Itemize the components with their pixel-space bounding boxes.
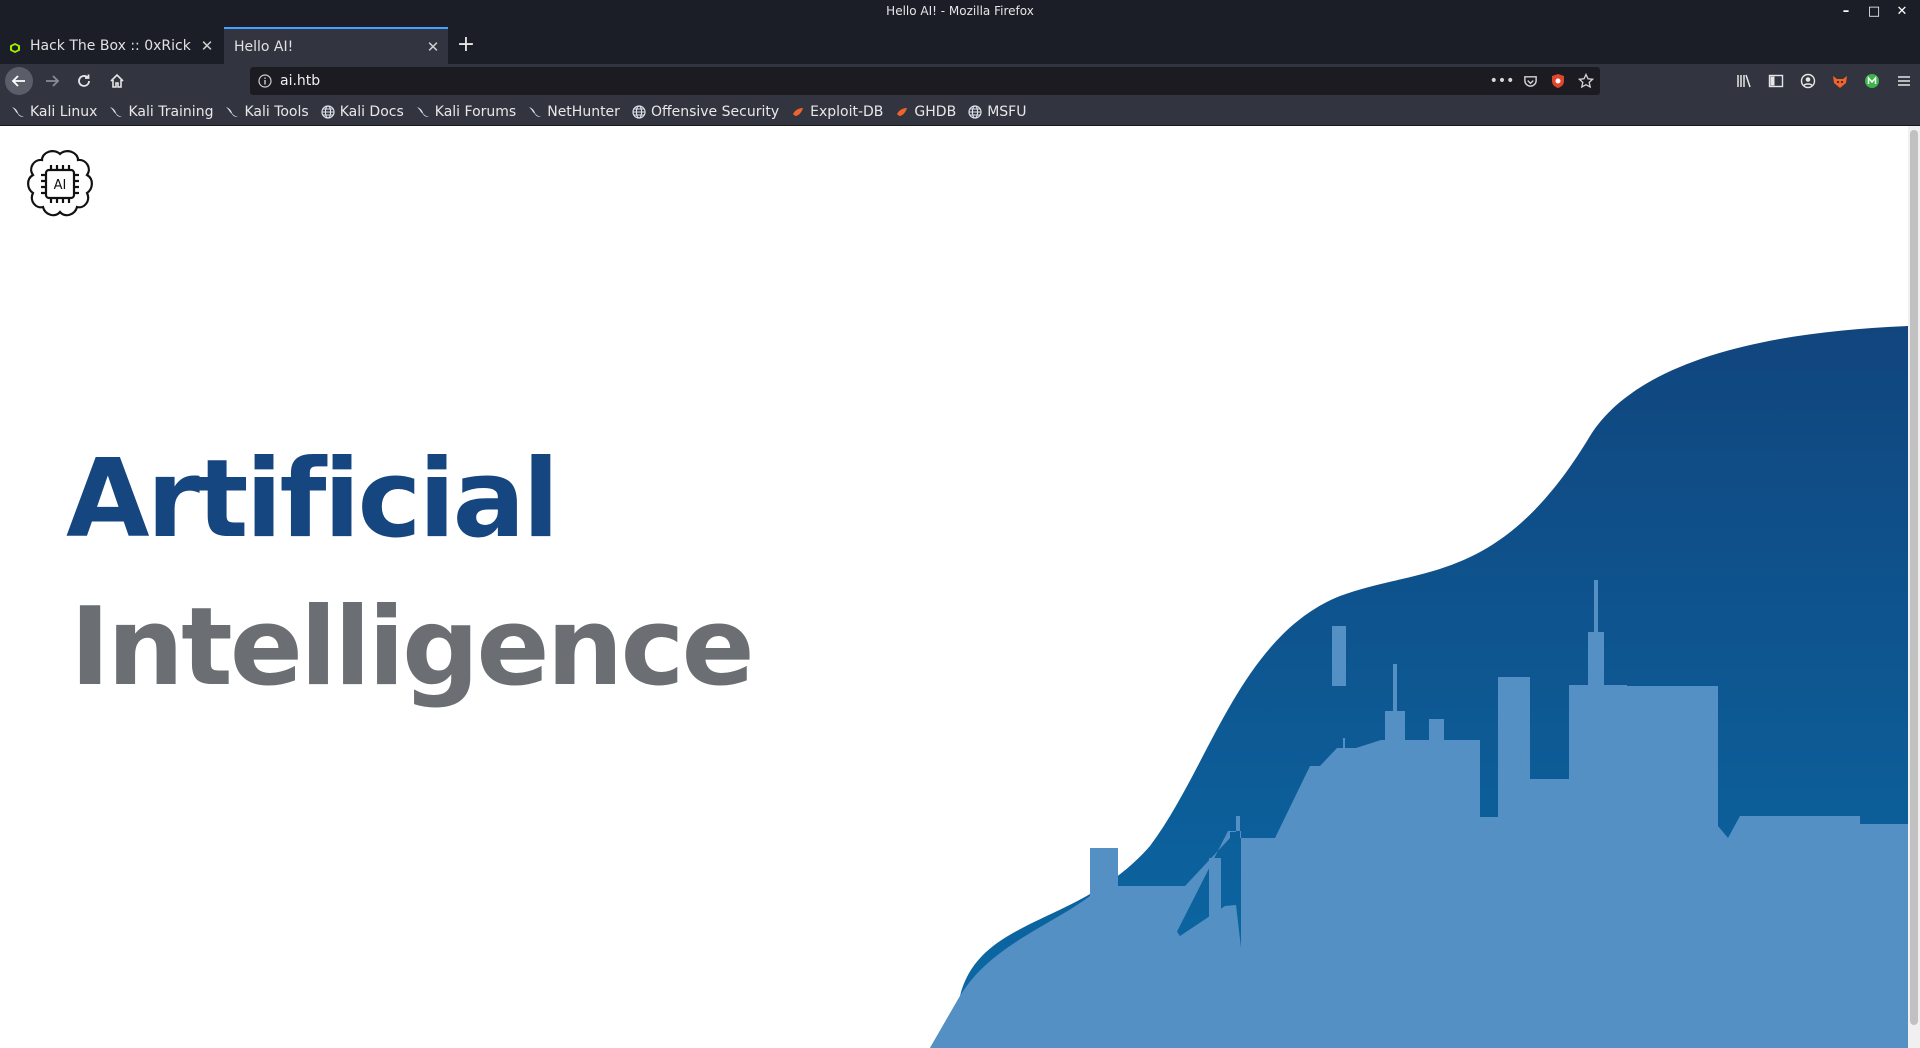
bookmark-label: Kali Training xyxy=(128,103,214,120)
back-button[interactable] xyxy=(5,67,33,95)
bookmark-item[interactable]: Kali Docs xyxy=(320,104,404,120)
foxyproxy-icon[interactable] xyxy=(1824,67,1856,95)
skyline-tower xyxy=(1332,626,1346,686)
bookmarks-toolbar: Kali Linux Kali Training Kali Tools Kali Do… xyxy=(0,98,1920,126)
bookmark-label: Kali Linux xyxy=(30,103,98,120)
globe-icon xyxy=(631,104,647,120)
library-icon[interactable] xyxy=(1728,67,1760,95)
bookmark-item[interactable]: Exploit-DB xyxy=(790,104,883,120)
kali-dragon-icon xyxy=(224,104,240,120)
sidebar-icon[interactable] xyxy=(1760,67,1792,95)
bookmark-item[interactable]: GHDB xyxy=(894,104,956,120)
bookmark-label: Kali Docs xyxy=(339,103,404,120)
pocket-icon[interactable] xyxy=(1516,67,1544,95)
home-icon xyxy=(110,73,124,88)
tab-hack-the-box[interactable]: Hack The Box :: 0xRick ✕ xyxy=(0,27,222,64)
page-actions-menu-icon[interactable]: ••• xyxy=(1488,67,1516,95)
tab-hello-ai[interactable]: Hello AI! ✕ xyxy=(224,27,448,64)
bookmark-item[interactable]: Kali Tools xyxy=(224,103,309,120)
bookmark-label: Kali Forums xyxy=(434,103,517,120)
skyline-tower xyxy=(1209,858,1221,918)
close-window-button[interactable]: ✕ xyxy=(1888,0,1916,22)
window-title: Hello AI! - Mozilla Firefox xyxy=(886,4,1034,18)
logo-text: AI xyxy=(54,178,67,193)
site-info-icon[interactable] xyxy=(250,74,280,88)
ublock-icon[interactable] xyxy=(1544,67,1572,95)
globe-icon xyxy=(320,104,336,120)
tab-label: Hack The Box :: 0xRick xyxy=(30,37,191,54)
tab-close-icon[interactable]: ✕ xyxy=(420,34,446,60)
window-titlebar: Hello AI! - Mozilla Firefox – □ ✕ xyxy=(0,0,1920,22)
bookmark-label: Offensive Security xyxy=(650,103,780,120)
bookmark-item[interactable]: Kali Linux xyxy=(10,104,97,120)
home-button[interactable] xyxy=(103,67,131,95)
exploit-db-icon xyxy=(894,104,910,120)
ai-brain-chip-logo[interactable]: AI xyxy=(24,148,96,220)
maximize-button[interactable]: □ xyxy=(1860,0,1888,22)
kali-dragon-icon xyxy=(527,104,543,120)
navigation-toolbar: ai.htb ••• xyxy=(0,64,1920,98)
tab-strip: Hack The Box :: 0xRick ✕ Hello AI! ✕ + xyxy=(0,22,1920,64)
hero-heading-intelligence: Intelligence xyxy=(70,585,755,710)
kali-dragon-icon xyxy=(108,104,124,120)
bookmark-label: MSFU xyxy=(987,103,1027,120)
minimize-button[interactable]: – xyxy=(1832,0,1860,22)
kali-dragon-icon xyxy=(415,104,431,120)
bookmark-item[interactable]: NetHunter xyxy=(527,104,620,120)
toolbar-right xyxy=(1728,67,1920,95)
bookmark-label: GHDB xyxy=(914,103,957,120)
url-text[interactable]: ai.htb xyxy=(280,73,1488,89)
htb-favicon-icon xyxy=(10,41,20,53)
reload-icon xyxy=(78,74,90,87)
bookmark-item[interactable]: Offensive Security xyxy=(631,104,779,120)
extension-m-icon[interactable] xyxy=(1856,67,1888,95)
globe-icon xyxy=(967,104,983,120)
reload-button[interactable] xyxy=(70,67,98,95)
scrollbar-thumb[interactable] xyxy=(1910,130,1918,1025)
tab-label: Hello AI! xyxy=(234,38,294,55)
page-content: AI Artificial Intelligence xyxy=(0,126,1908,1048)
bookmark-item[interactable]: MSFU xyxy=(967,104,1026,120)
kali-dragon-icon xyxy=(10,104,26,120)
bookmark-star-icon[interactable] xyxy=(1572,67,1600,95)
new-tab-button[interactable]: + xyxy=(452,30,480,58)
hamburger-menu-icon[interactable] xyxy=(1888,67,1920,95)
forward-button[interactable] xyxy=(38,67,66,95)
hero-heading-artificial: Artificial xyxy=(66,437,559,562)
bookmark-item[interactable]: Kali Training xyxy=(108,104,213,120)
account-icon[interactable] xyxy=(1792,67,1824,95)
page-scrollbar[interactable] xyxy=(1908,126,1920,1048)
window-controls: – □ ✕ xyxy=(1832,0,1916,22)
bookmark-label: NetHunter xyxy=(547,103,620,120)
exploit-db-icon xyxy=(790,104,806,120)
bookmark-item[interactable]: Kali Forums xyxy=(415,104,516,120)
bookmark-label: Kali Tools xyxy=(244,103,309,120)
arrow-right-icon xyxy=(46,75,60,87)
url-bar[interactable]: ai.htb ••• xyxy=(250,67,1600,95)
arrow-left-icon xyxy=(11,75,25,87)
tab-close-icon[interactable]: ✕ xyxy=(194,33,220,59)
bookmark-label: Exploit-DB xyxy=(810,103,884,120)
